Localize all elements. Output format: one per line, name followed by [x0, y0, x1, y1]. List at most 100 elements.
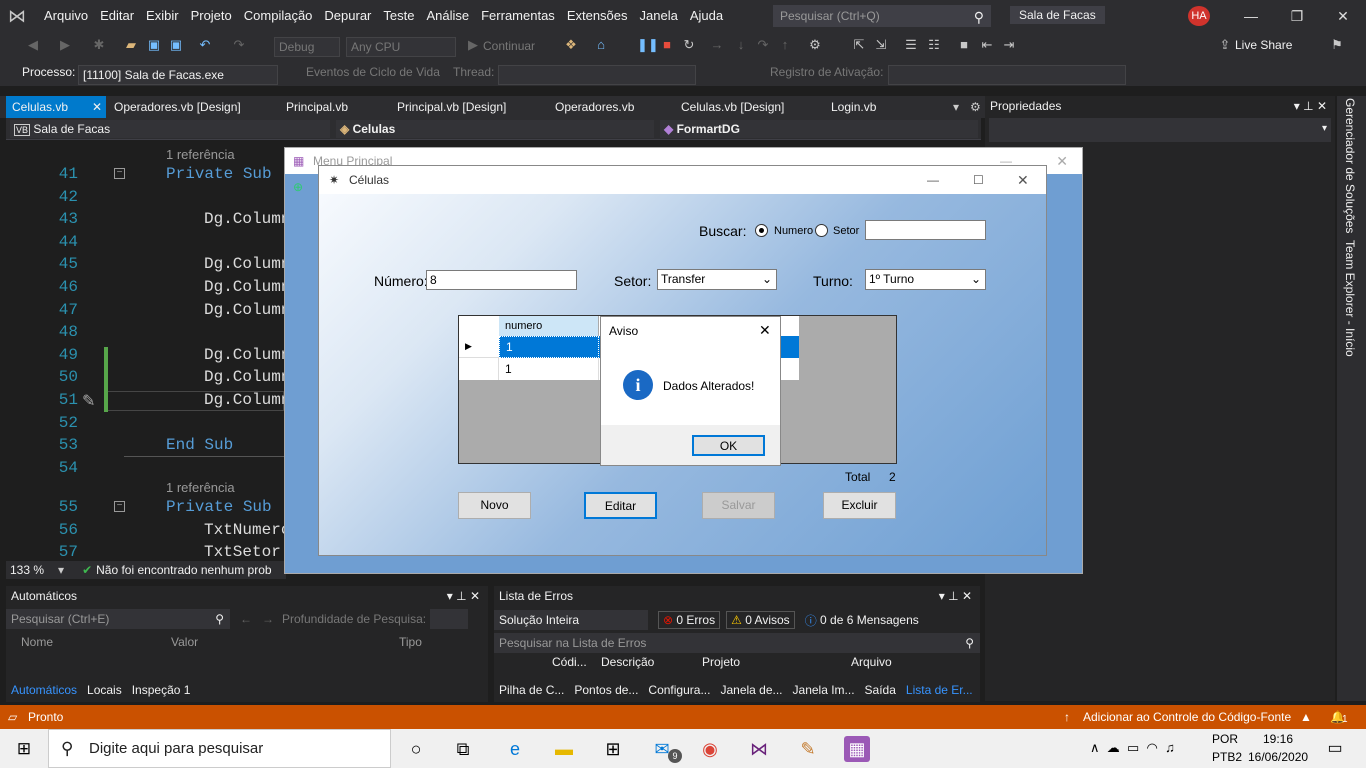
flame-icon[interactable]: ❖: [562, 36, 580, 54]
action-center-icon[interactable]: ▭: [1322, 736, 1348, 762]
grid-cell[interactable]: 1: [499, 358, 599, 380]
tab-command-window[interactable]: Janela de...: [715, 683, 787, 697]
avatar[interactable]: HA: [1188, 6, 1210, 26]
editar-button[interactable]: Editar: [584, 492, 657, 519]
toolbar-icon-a[interactable]: ⇱: [850, 36, 868, 54]
bookmark-icon[interactable]: ■: [955, 36, 973, 54]
novo-button[interactable]: Novo: [458, 492, 531, 519]
close-icon[interactable]: ✕: [1320, 0, 1366, 32]
col-tipo[interactable]: Tipo: [399, 635, 422, 649]
redo-icon[interactable]: ↷: [230, 36, 248, 54]
screen-icon[interactable]: ⌂: [592, 36, 610, 54]
close-tab-icon[interactable]: ✕: [92, 96, 102, 118]
menu-compilacao[interactable]: Compilação: [238, 0, 319, 32]
bookmark-next-icon[interactable]: ⇥: [1000, 36, 1018, 54]
step-out-icon[interactable]: ↑: [776, 36, 794, 54]
new-project-icon[interactable]: ✱: [90, 36, 108, 54]
col-arquivo[interactable]: Arquivo: [851, 655, 892, 669]
tab-celulas-vb[interactable]: Celulas.vb ✕: [6, 96, 106, 118]
restore-icon[interactable]: ❐: [1274, 0, 1320, 32]
row-header[interactable]: ▶: [459, 336, 499, 358]
menu-teste[interactable]: Teste: [377, 0, 420, 32]
keyboard-layout[interactable]: PTB2: [1212, 750, 1242, 764]
tab-list-icon[interactable]: ▾: [947, 96, 965, 118]
menu-ferramentas[interactable]: Ferramentas: [475, 0, 561, 32]
step-into-icon[interactable]: ↓: [732, 36, 750, 54]
platform-select[interactable]: Any CPU: [346, 37, 456, 57]
maximize-icon[interactable]: ☐: [973, 166, 984, 194]
close-icon[interactable]: ✕: [962, 589, 972, 603]
pin-icon[interactable]: ⊥: [456, 589, 466, 603]
minimize-icon[interactable]: —: [927, 166, 939, 194]
search-input[interactable]: [865, 220, 986, 240]
col-valor[interactable]: Valor: [171, 635, 198, 649]
bookmark-prev-icon[interactable]: ⇤: [978, 36, 996, 54]
lifecycle-events[interactable]: Eventos de Ciclo de Vida: [306, 65, 440, 79]
menu-arquivo[interactable]: Arquivo: [38, 0, 94, 32]
chrome-icon[interactable]: ◉: [697, 736, 723, 762]
step-over-icon[interactable]: ↷: [754, 36, 772, 54]
edge-icon[interactable]: e: [502, 736, 528, 762]
tab-exception-settings[interactable]: Configura...: [643, 683, 715, 697]
app-window-icon[interactable]: ▦: [844, 736, 870, 762]
save-icon[interactable]: ▣: [145, 36, 163, 54]
menu-analise[interactable]: Análise: [420, 0, 475, 32]
col-numero[interactable]: numero: [499, 316, 599, 336]
error-search-input[interactable]: Pesquisar na Lista de Erros ⚲: [494, 633, 980, 653]
tab-operadores-design[interactable]: Operadores.vb [Design]: [108, 96, 247, 118]
visual-studio-icon[interactable]: ⋈: [746, 736, 772, 762]
continue-button[interactable]: Continuar: [483, 39, 535, 53]
quick-search-input[interactable]: Pesquisar (Ctrl+Q) ⚲: [773, 5, 991, 27]
onedrive-icon[interactable]: ☁: [1107, 740, 1120, 755]
add-icon[interactable]: ⊕: [293, 180, 303, 194]
file-explorer-icon[interactable]: ▬: [551, 736, 577, 762]
volume-icon[interactable]: ♫: [1165, 740, 1175, 755]
process-select[interactable]: [11100] Sala de Facas.exe: [78, 65, 278, 85]
dropdown-icon[interactable]: ▾: [1294, 99, 1300, 113]
diagnostics-icon[interactable]: ⚙: [806, 36, 824, 54]
caret-up-icon[interactable]: ▲: [1300, 710, 1312, 724]
caret-up-icon[interactable]: ∧: [1090, 740, 1100, 755]
ok-button[interactable]: OK: [692, 435, 765, 456]
zoom-level[interactable]: 133 %: [6, 563, 48, 577]
continue-play-icon[interactable]: ▶: [464, 36, 482, 54]
salvar-button[interactable]: Salvar: [702, 492, 775, 519]
solution-explorer-tab[interactable]: Gerenciador de Soluções: [1343, 98, 1357, 233]
clock-time[interactable]: 19:16: [1263, 732, 1293, 746]
tab-locais[interactable]: Locais: [82, 683, 127, 697]
menu-janela[interactable]: Janela: [634, 0, 684, 32]
tab-automaticos[interactable]: Automáticos: [6, 683, 82, 697]
menu-extensoes[interactable]: Extensões: [561, 0, 634, 32]
cortana-icon[interactable]: ○: [403, 736, 429, 762]
radio-numero-label[interactable]: Numero: [774, 225, 813, 237]
team-explorer-tab[interactable]: Team Explorer - Início: [1343, 240, 1357, 357]
language-code[interactable]: POR: [1212, 732, 1238, 746]
pin-icon[interactable]: ⊥: [1303, 99, 1313, 113]
tab-principal-vb[interactable]: Principal.vb: [280, 96, 354, 118]
back-icon[interactable]: ◀: [24, 36, 42, 54]
turno-select[interactable]: 1º Turno ⌄: [865, 269, 986, 290]
menu-exibir[interactable]: Exibir: [140, 0, 185, 32]
close-icon[interactable]: ✕: [1056, 148, 1068, 174]
paint-icon[interactable]: ✎: [795, 736, 821, 762]
toolbar-icon-b[interactable]: ⇲: [872, 36, 890, 54]
tab-immediate-window[interactable]: Janela Im...: [788, 683, 860, 697]
zoom-dropdown-icon[interactable]: ▾: [58, 563, 64, 577]
task-view-icon[interactable]: ⧉: [450, 736, 476, 762]
pin-icon[interactable]: ⊥: [948, 589, 958, 603]
clock-date[interactable]: 16/06/2020: [1248, 750, 1308, 764]
live-share-icon[interactable]: ⇪: [1216, 36, 1234, 54]
radio-setor[interactable]: [815, 224, 828, 237]
tab-error-list[interactable]: Lista de Er...: [901, 683, 978, 697]
tab-principal-design[interactable]: Principal.vb [Design]: [391, 96, 512, 118]
autos-search-input[interactable]: Pesquisar (Ctrl+E) ⚲: [6, 609, 230, 629]
code-editor[interactable]: 1 referência 41 42 43 44 45 46 47 48 49 …: [6, 140, 286, 560]
outdent-icon[interactable]: ☷: [925, 36, 943, 54]
store-icon[interactable]: ⊞: [600, 736, 626, 762]
search-depth-select[interactable]: [430, 609, 469, 629]
radio-numero[interactable]: [755, 224, 768, 237]
col-projeto[interactable]: Projeto: [702, 655, 740, 669]
class-dropdown[interactable]: ◈ Celulas: [336, 120, 654, 138]
project-dropdown[interactable]: VB Sala de Facas: [10, 120, 330, 138]
col-descricao[interactable]: Descrição: [601, 655, 654, 669]
